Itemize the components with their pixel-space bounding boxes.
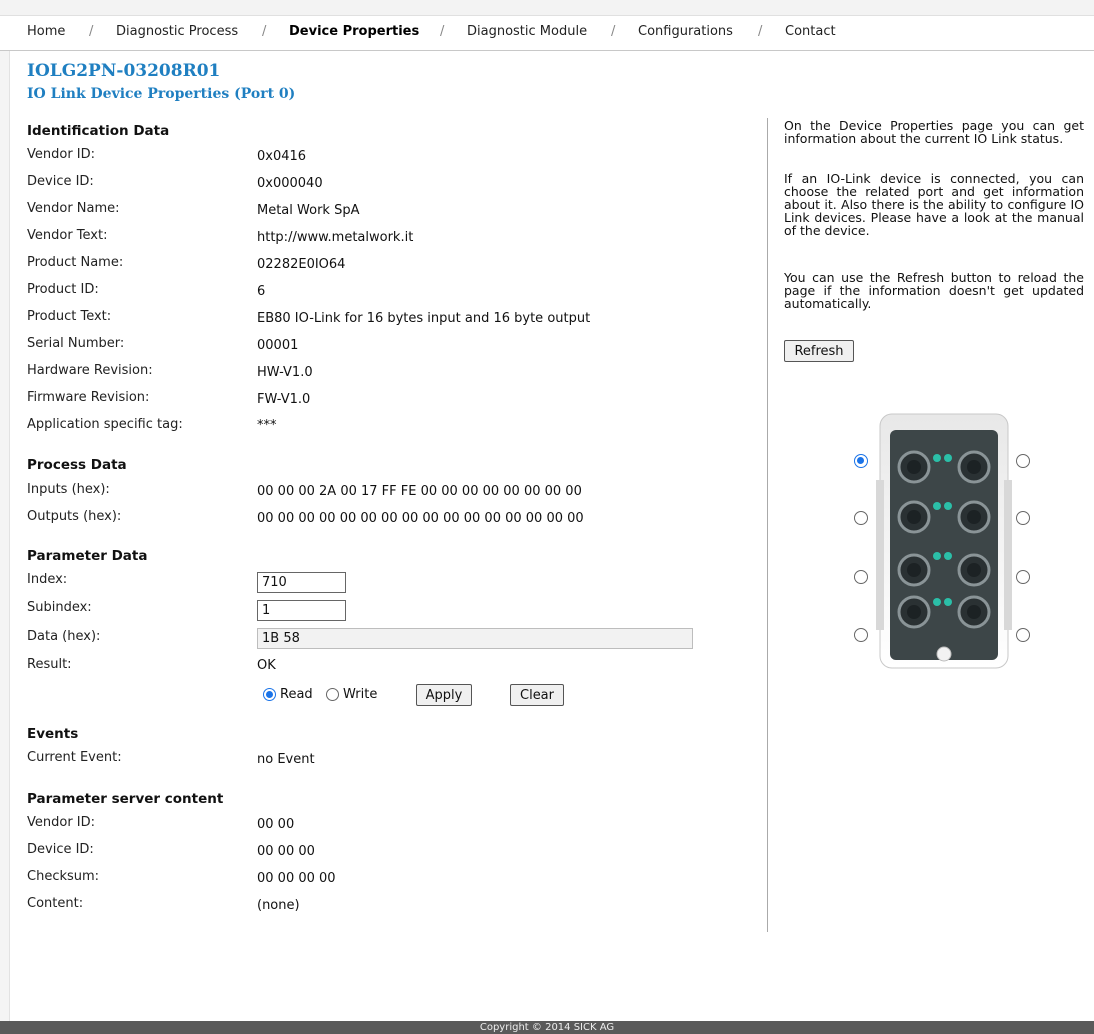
device-id-label: Device ID: <box>27 174 94 189</box>
events-heading: Events <box>27 726 79 742</box>
application-tag-value: *** <box>257 418 277 433</box>
page-subtitle: IO Link Device Properties (Port 0) <box>27 86 296 102</box>
vendor-name-value: Metal Work SpA <box>257 203 360 218</box>
port-7-radio[interactable] <box>1016 628 1030 642</box>
vendor-id-label: Vendor ID: <box>27 147 96 162</box>
firmware-revision-value: FW-V1.0 <box>257 392 311 407</box>
nav-contact-link[interactable]: Contact <box>785 24 836 39</box>
current-event-label: Current Event: <box>27 750 122 765</box>
firmware-revision-label: Firmware Revision: <box>27 390 150 405</box>
ps-vendor-id-label: Vendor ID: <box>27 815 96 830</box>
port-4-radio[interactable] <box>854 570 868 584</box>
left-sidebar-strip <box>0 51 10 1021</box>
write-radio[interactable] <box>326 688 339 701</box>
outputs-hex-value: 00 00 00 00 00 00 00 00 00 00 00 00 00 0… <box>257 511 584 526</box>
serial-number-value: 00001 <box>257 338 299 353</box>
inputs-hex-label: Inputs (hex): <box>27 482 110 497</box>
nav-home-link[interactable]: Home <box>27 24 65 39</box>
nav-diagnostic-module-link[interactable]: Diagnostic Module <box>467 24 587 39</box>
help-paragraph-1: On the Device Properties page you can ge… <box>784 118 1084 146</box>
ps-checksum-value: 00 00 00 00 <box>257 871 336 886</box>
port-1-radio[interactable] <box>1016 454 1030 468</box>
device-port-selector <box>850 410 1040 672</box>
result-value: OK <box>257 658 276 673</box>
io-link-master-image <box>876 413 1012 669</box>
product-name-label: Product Name: <box>27 255 124 270</box>
breadcrumb-nav: Home / Diagnostic Process / Device Prope… <box>0 16 1094 51</box>
write-radio-label[interactable]: Write <box>343 687 377 702</box>
nav-separator: / <box>440 24 445 39</box>
subindex-input[interactable] <box>257 600 346 621</box>
port-0-radio[interactable] <box>854 454 868 468</box>
copyright-footer: Copyright © 2014 SICK AG <box>0 1021 1094 1034</box>
nav-separator: / <box>89 24 94 39</box>
vendor-id-value: 0x0416 <box>257 149 307 164</box>
nav-separator: / <box>262 24 267 39</box>
read-radio[interactable] <box>263 688 276 701</box>
index-label: Index: <box>27 572 68 587</box>
ps-device-id-value: 00 00 00 <box>257 844 315 859</box>
browser-top-strip <box>0 0 1094 16</box>
data-hex-label: Data (hex): <box>27 629 101 644</box>
product-name-value: 02282E0IO64 <box>257 257 346 272</box>
nav-configurations-link[interactable]: Configurations <box>638 24 733 39</box>
index-input[interactable] <box>257 572 346 593</box>
serial-number-label: Serial Number: <box>27 336 125 351</box>
nav-separator: / <box>611 24 616 39</box>
read-radio-label[interactable]: Read <box>280 687 313 702</box>
ps-content-label: Content: <box>27 896 84 911</box>
vendor-text-label: Vendor Text: <box>27 228 108 243</box>
hardware-revision-value: HW-V1.0 <box>257 365 313 380</box>
ps-content-value: (none) <box>257 898 300 913</box>
help-paragraph-3: You can use the Refresh button to reload… <box>784 270 1084 311</box>
device-title: IOLG2PN-03208R01 <box>27 61 221 81</box>
product-id-label: Product ID: <box>27 282 99 297</box>
port-5-radio[interactable] <box>1016 570 1030 584</box>
help-paragraph-2: If an IO-Link device is connected, you c… <box>784 171 1084 238</box>
ps-device-id-label: Device ID: <box>27 842 94 857</box>
device-id-value: 0x000040 <box>257 176 323 191</box>
port-3-radio[interactable] <box>1016 511 1030 525</box>
parameter-data-heading: Parameter Data <box>27 548 148 564</box>
nav-diagnostic-process-link[interactable]: Diagnostic Process <box>116 24 238 39</box>
identification-heading: Identification Data <box>27 123 170 139</box>
subindex-label: Subindex: <box>27 600 92 615</box>
current-event-value: no Event <box>257 752 315 767</box>
refresh-button[interactable]: Refresh <box>784 340 854 362</box>
hardware-revision-label: Hardware Revision: <box>27 363 153 378</box>
parameter-server-heading: Parameter server content <box>27 791 224 807</box>
nav-separator: / <box>758 24 763 39</box>
application-tag-label: Application specific tag: <box>27 417 183 432</box>
vendor-name-label: Vendor Name: <box>27 201 120 216</box>
port-6-radio[interactable] <box>854 628 868 642</box>
process-data-heading: Process Data <box>27 457 127 473</box>
ps-checksum-label: Checksum: <box>27 869 100 884</box>
inputs-hex-value: 00 00 00 2A 00 17 FF FE 00 00 00 00 00 0… <box>257 484 582 499</box>
column-divider <box>767 118 768 932</box>
product-id-value: 6 <box>257 284 266 299</box>
apply-button[interactable]: Apply <box>416 684 472 706</box>
outputs-hex-label: Outputs (hex): <box>27 509 122 524</box>
port-2-radio[interactable] <box>854 511 868 525</box>
clear-button[interactable]: Clear <box>510 684 564 706</box>
result-label: Result: <box>27 657 72 672</box>
data-hex-input[interactable] <box>257 628 693 649</box>
nav-device-properties-link[interactable]: Device Properties <box>289 24 419 39</box>
product-text-value: EB80 IO-Link for 16 bytes input and 16 b… <box>257 311 591 326</box>
product-text-label: Product Text: <box>27 309 112 324</box>
vendor-text-value: http://www.metalwork.it <box>257 230 414 245</box>
ps-vendor-id-value: 00 00 <box>257 817 295 832</box>
